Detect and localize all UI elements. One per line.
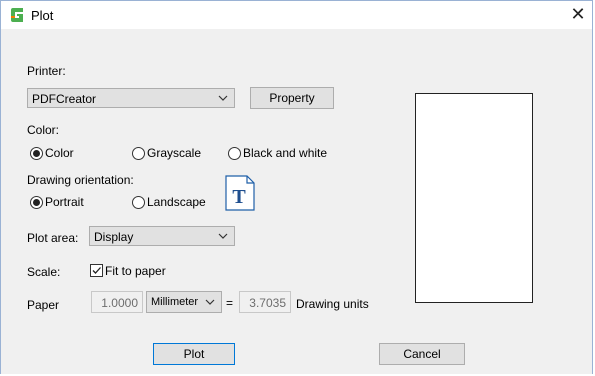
page-preview xyxy=(415,93,533,303)
portrait-page-icon: T xyxy=(225,175,255,211)
portrait-page-icon-letter: T xyxy=(232,186,246,208)
orientation-radio-landscape[interactable] xyxy=(132,196,145,209)
paper-value-text: 1.0000 xyxy=(101,296,138,310)
printer-dropdown-value: PDFCreator xyxy=(32,92,97,106)
drawing-value-text: 3.7035 xyxy=(249,296,286,310)
close-icon[interactable]: ✕ xyxy=(568,4,588,24)
orientation-radio-portrait[interactable] xyxy=(30,196,43,209)
printer-dropdown[interactable]: PDFCreator xyxy=(27,88,235,108)
title-bar: Plot ✕ xyxy=(1,1,592,29)
plot-button[interactable]: Plot xyxy=(153,343,235,365)
paper-value-field[interactable]: 1.0000 xyxy=(91,291,143,313)
orientation-radio-portrait-label: Portrait xyxy=(45,195,84,209)
drawing-units-label: Drawing units xyxy=(296,297,369,311)
plot-area-dropdown-value: Display xyxy=(94,230,134,244)
chevron-down-icon xyxy=(217,229,229,243)
color-radio-color-label: Color xyxy=(45,146,74,160)
plot-dialog: Plot ✕ Printer: PDFCreator Property Colo… xyxy=(0,0,593,374)
color-radio-black-and-white[interactable] xyxy=(228,147,241,160)
property-button[interactable]: Property xyxy=(250,87,334,109)
orientation-radio-landscape-label: Landscape xyxy=(147,195,206,209)
unit-dropdown[interactable]: Millimeter xyxy=(146,291,222,313)
unit-dropdown-value: Millimeter xyxy=(151,296,199,308)
app-logo-icon xyxy=(9,7,25,23)
plot-area-dropdown[interactable]: Display xyxy=(89,226,235,246)
scale-label: Scale: xyxy=(27,265,61,279)
window-title: Plot xyxy=(31,8,54,23)
fit-to-paper-checkbox[interactable] xyxy=(90,264,103,277)
plot-area-label: Plot area: xyxy=(27,231,79,245)
orientation-label: Drawing orientation: xyxy=(27,173,134,187)
fit-to-paper-label: Fit to paper xyxy=(105,264,166,278)
color-radio-grayscale-label: Grayscale xyxy=(147,146,202,160)
chevron-down-icon xyxy=(204,295,216,309)
color-radio-grayscale[interactable] xyxy=(132,147,145,160)
color-radio-color[interactable] xyxy=(30,147,43,160)
chevron-down-icon xyxy=(217,91,229,105)
dialog-body: Printer: PDFCreator Property Color: Colo… xyxy=(1,29,592,374)
equals-sign: = xyxy=(226,296,234,310)
color-radio-black-and-white-label: Black and white xyxy=(243,146,328,160)
printer-label: Printer: xyxy=(27,64,66,78)
color-label: Color: xyxy=(27,123,60,137)
paper-label: Paper xyxy=(27,298,60,312)
cancel-button[interactable]: Cancel xyxy=(379,343,465,365)
drawing-value-field[interactable]: 3.7035 xyxy=(239,291,291,313)
